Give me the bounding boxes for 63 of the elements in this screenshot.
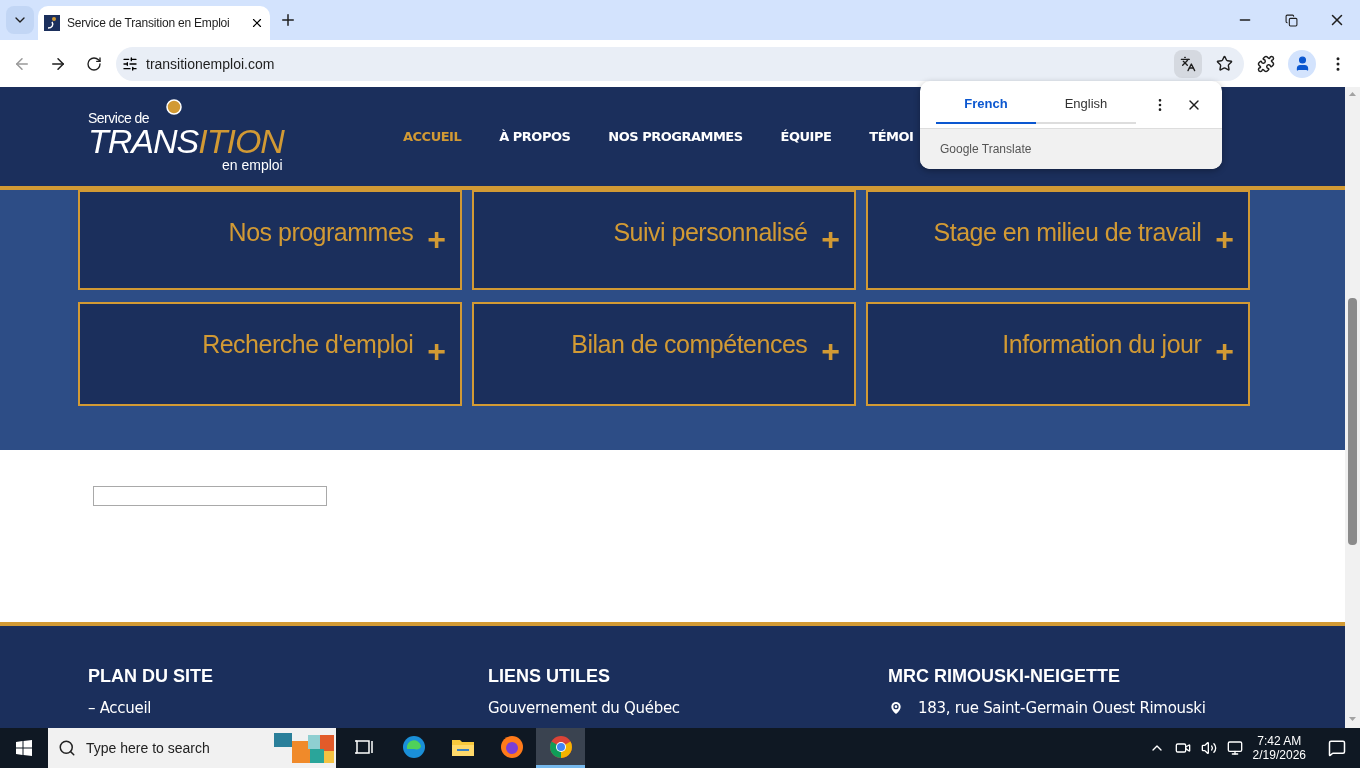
translate-icon[interactable]: [1180, 55, 1196, 72]
nav-link[interactable]: ÉQUIPE: [780, 129, 832, 144]
notifications-icon[interactable]: [1328, 739, 1346, 757]
edge-icon: [401, 734, 426, 759]
card-title: Nos programmes: [228, 218, 414, 247]
plus-sign: +: [821, 336, 840, 366]
address-text: 183, rue Saint-Germain Ouest Rimouski: [918, 699, 1206, 717]
card-title: Information du jour: [1002, 330, 1202, 359]
translate-button[interactable]: [1174, 49, 1202, 78]
brand-text: Google Translate: [940, 142, 1032, 156]
service-card[interactable]: Information du jour +: [866, 302, 1250, 406]
search-icon: [58, 739, 76, 757]
chrome-icon: [548, 734, 573, 759]
plus-icon[interactable]: [279, 11, 297, 29]
taskbar-app-button[interactable]: [536, 728, 585, 768]
card-title: Suivi personnalisé: [613, 218, 808, 247]
language-tab[interactable]: English: [1036, 85, 1136, 124]
puzzle-icon[interactable]: [1257, 54, 1275, 73]
footer-heading: PLAN DU SITE: [88, 666, 214, 687]
nav-link[interactable]: ACCUEIL: [403, 129, 462, 144]
plus-sign: +: [1215, 224, 1234, 254]
site-info-icon[interactable]: [122, 55, 138, 72]
plus-sign: +: [427, 224, 446, 254]
service-card[interactable]: Stage en milieu de travail +: [866, 190, 1250, 290]
card-title: Stage en milieu de travail: [933, 218, 1202, 247]
service-card[interactable]: Suivi personnalisé +: [472, 190, 856, 290]
plus-sign: +: [427, 336, 446, 366]
star-icon[interactable]: [1215, 55, 1233, 72]
task-view-icon: [354, 737, 375, 756]
network-icon[interactable]: [1226, 740, 1243, 756]
nav-link[interactable]: À PROPOS: [499, 129, 571, 144]
plus-sign: +: [821, 224, 840, 254]
firefox-icon: [499, 734, 524, 759]
nav-link[interactable]: TÉMOI: [869, 129, 914, 144]
address-bar[interactable]: transitionemploi.com: [116, 46, 1244, 81]
card-title: Bilan de compétences: [571, 330, 808, 359]
tab-title: Service de Transition en Emploi: [67, 16, 231, 30]
windows-start-icon[interactable]: [16, 740, 32, 756]
scrollbar[interactable]: [1345, 87, 1360, 728]
close-tab-icon[interactable]: [250, 16, 264, 30]
service-card[interactable]: Nos programmes +: [78, 190, 462, 290]
site-favicon: [44, 15, 60, 31]
location-pin-icon: [888, 700, 904, 716]
service-card[interactable]: Recherche d'emploi +: [78, 302, 462, 406]
speaker-icon[interactable]: [1200, 740, 1217, 756]
restore-icon[interactable]: [1284, 13, 1298, 27]
plus-sign: +: [1215, 336, 1234, 366]
reload-icon[interactable]: [86, 55, 102, 72]
browser-tab[interactable]: Service de Transition en Emploi: [38, 6, 270, 40]
service-card[interactable]: Bilan de compétences +: [472, 302, 856, 406]
footer-link[interactable]: – Accueil: [88, 699, 152, 717]
url-text: transitionemploi.com: [146, 55, 276, 72]
footer-heading: MRC RIMOUSKI-NEIGETTE: [888, 666, 1121, 687]
profile-button[interactable]: [1288, 49, 1316, 78]
footer-heading: LIENS UTILES: [488, 666, 611, 687]
clock[interactable]: 7:42 AM 2/19/2026: [1252, 734, 1306, 762]
language-tab[interactable]: French: [936, 85, 1036, 124]
footer-link[interactable]: Gouvernement du Québec: [488, 699, 680, 717]
card-title: Recherche d'emploi: [202, 330, 414, 359]
camera-icon[interactable]: [1174, 740, 1191, 756]
site-logo[interactable]: Service de TRANSITION en emploi: [88, 98, 290, 175]
nav-link[interactable]: NOS PROGRAMMES: [608, 129, 743, 144]
taskbar-search-field[interactable]: Type here to search: [48, 728, 336, 768]
